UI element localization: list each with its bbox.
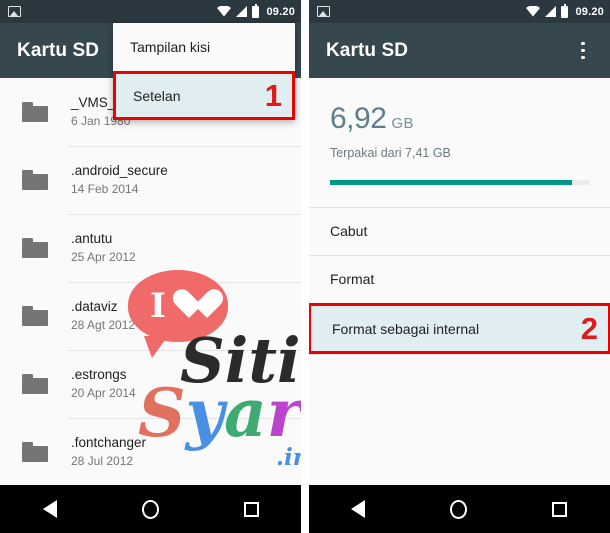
file-date: 20 Apr 2014 [71, 386, 136, 400]
folder-icon [22, 374, 48, 394]
recents-square-icon[interactable] [243, 501, 259, 517]
page-title-right: Kartu SD [325, 39, 409, 61]
right-phone-screen: 09.20 Kartu SD 6,92 GB Terpakai dari 7,41… [308, 0, 610, 533]
navigation-bar-right[interactable] [308, 485, 610, 533]
overflow-popup-menu[interactable]: Tampilan kisi Setelan 1 [113, 23, 295, 120]
clock-label: 09.20 [575, 5, 604, 18]
back-triangle-icon[interactable] [351, 500, 366, 518]
menu-item-setelan[interactable]: Setelan 1 [113, 71, 295, 120]
screen-divider [301, 0, 305, 533]
storage-spacer [308, 185, 610, 207]
storage-summary: 6,92 GB Terpakai dari 7,41 GB [308, 78, 610, 160]
photo-icon [316, 6, 330, 17]
status-bar-left: 09.20 [0, 0, 302, 23]
step-number-2: 2 [580, 311, 598, 346]
menu-item-format[interactable]: Format [308, 255, 610, 303]
file-name: .estrongs [71, 367, 127, 382]
folder-icon [22, 102, 48, 122]
home-circle-icon[interactable] [141, 499, 159, 519]
wifi-icon [526, 6, 541, 17]
file-name: .antutu [71, 231, 113, 246]
overflow-menu-icon[interactable] [570, 34, 596, 68]
menu-item-label: Tampilan kisi [130, 39, 211, 55]
file-name: .dataviz [71, 299, 118, 314]
recents-square-icon[interactable] [552, 501, 568, 517]
battery-icon [252, 3, 260, 18]
storage-caption: Terpakai dari 7,41 GB [329, 146, 451, 160]
menu-item-cabut[interactable]: Cabut [308, 207, 610, 255]
status-bar-right: 09.20 [308, 0, 610, 23]
clock-label: 09.20 [266, 5, 296, 18]
signal-icon [545, 6, 557, 17]
step-number-1: 1 [264, 78, 282, 113]
status-bar-notifications [316, 6, 330, 17]
folder-icon [22, 306, 48, 326]
menu-item-label: Setelan [133, 87, 181, 104]
folder-icon [22, 442, 48, 462]
folder-icon [22, 238, 48, 258]
navigation-bar-left[interactable] [0, 485, 302, 533]
menu-item-format-sebagai-internal[interactable]: Format sebagai internal 2 [308, 303, 610, 354]
menu-item-label: Cabut [329, 223, 368, 239]
page-title-left: Kartu SD [17, 39, 100, 61]
file-name: .android_secure [71, 163, 168, 178]
status-bar-indicators: 09.20 [526, 3, 604, 18]
storage-used-unit: GB [391, 115, 414, 132]
storage-progress-fill [329, 180, 572, 185]
signal-icon [236, 6, 248, 17]
list-item[interactable]: .estrongs 20 Apr 2014 [0, 350, 302, 418]
list-item[interactable]: .dataviz 28 Agt 2012 [0, 282, 302, 350]
photo-icon [8, 6, 21, 17]
battery-icon [561, 3, 569, 18]
storage-used-value: 6,92 [329, 102, 387, 135]
file-name: _VMS_ [71, 95, 116, 110]
toolbar-right: Kartu SD [308, 23, 610, 78]
list-item[interactable]: .android_secure 14 Feb 2014 [0, 146, 302, 214]
file-list[interactable]: _VMS_ 6 Jan 1980 .android_secure 14 Feb … [0, 78, 302, 533]
menu-item-label: Format sebagai internal [331, 320, 480, 337]
list-item[interactable]: .fontchanger 28 Jul 2012 [0, 418, 302, 486]
left-phone-screen: 09.20 Kartu SD _VMS_ 6 Jan 1980 .android… [0, 0, 302, 533]
menu-item-tampilan-kisi[interactable]: Tampilan kisi [113, 23, 295, 71]
file-date: 28 Agt 2012 [71, 318, 136, 332]
folder-icon [22, 170, 48, 190]
status-bar-indicators: 09.20 [217, 3, 296, 18]
storage-actions-list[interactable]: Cabut Format Format sebagai internal 2 [308, 207, 610, 402]
file-date: 28 Jul 2012 [71, 454, 134, 468]
wifi-icon [217, 6, 232, 17]
menu-list-bottom-divider [308, 354, 610, 402]
back-triangle-icon[interactable] [42, 500, 57, 518]
storage-progress-bar [329, 180, 590, 185]
file-name: .fontchanger [71, 435, 147, 450]
list-item[interactable]: .antutu 25 Apr 2012 [0, 214, 302, 282]
menu-item-label: Format [329, 271, 375, 287]
file-date: 14 Feb 2014 [71, 182, 139, 196]
file-date: 25 Apr 2012 [71, 250, 136, 264]
dual-screenshot-container: 09.20 Kartu SD _VMS_ 6 Jan 1980 .android… [0, 0, 610, 533]
status-bar-notifications [8, 6, 21, 17]
home-circle-icon[interactable] [450, 499, 468, 519]
